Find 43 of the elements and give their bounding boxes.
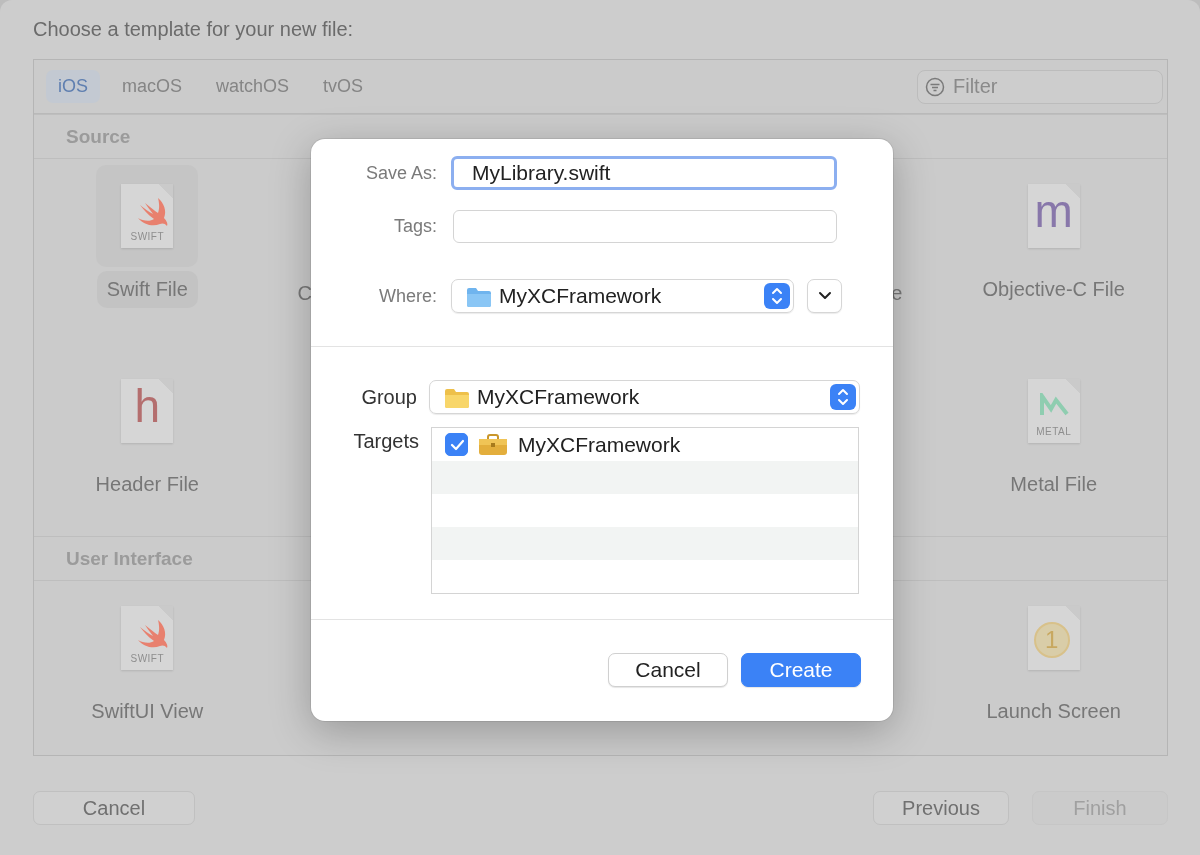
stepper-icon	[764, 283, 790, 309]
briefcase-icon	[478, 433, 508, 456]
checkbox[interactable]	[445, 433, 468, 456]
location-popup[interactable]: MyXCFramework	[451, 279, 794, 313]
target-name: MyXCFramework	[518, 432, 681, 457]
list-row[interactable]	[432, 461, 858, 494]
template-label[interactable]: Swift File	[96, 271, 198, 308]
expand-button[interactable]	[807, 279, 842, 313]
template-label[interactable]: Header File	[85, 466, 209, 503]
template-label[interactable]: Metal File	[1000, 466, 1108, 503]
platform-tab[interactable]: iOS	[46, 70, 100, 103]
field-label: Targets	[352, 429, 419, 453]
file-caption: SWIFT	[129, 231, 166, 242]
stepper-icon	[830, 384, 856, 410]
metal-logo-icon	[1038, 393, 1069, 417]
template-label[interactable]: Objective-C File	[972, 271, 1135, 308]
create-button[interactable]: Create	[741, 653, 861, 687]
group-popup[interactable]: MyXCFramework	[429, 380, 860, 414]
chevron-down-icon	[817, 291, 832, 301]
list-row[interactable]	[432, 527, 858, 560]
tags-field[interactable]	[453, 210, 837, 243]
file-letter: m	[1033, 186, 1074, 236]
window-title: Choose a template for your new file:	[33, 18, 355, 42]
platform-tab[interactable]: tvOS	[311, 70, 376, 103]
file-caption: METAL	[1035, 426, 1073, 437]
field-label: Where:	[377, 285, 437, 307]
filename-field[interactable]: MyLibrary.swift	[451, 156, 837, 190]
field-label: Group	[360, 385, 417, 409]
field-label: Tags:	[392, 216, 437, 237]
footer-button[interactable]: Cancel	[33, 791, 195, 825]
template-label[interactable]: SwiftUI View	[81, 693, 214, 730]
platform-tab[interactable]: macOS	[110, 70, 195, 103]
field-label: Save As:	[364, 162, 437, 184]
tile-highlight[interactable]: SWIFT	[96, 165, 199, 267]
number-badge: 1	[1033, 622, 1070, 658]
platform-tab[interactable]: watchOS	[204, 70, 302, 103]
footer-button[interactable]: Previous	[873, 791, 1009, 825]
file-letter: h	[133, 381, 162, 431]
filter-field[interactable]: Filter	[917, 69, 1163, 104]
file-caption: SWIFT	[129, 653, 166, 664]
checkmark-icon	[449, 438, 464, 451]
cancel-button[interactable]: Cancel	[608, 653, 728, 687]
template-label[interactable]: Launch Screen	[976, 693, 1131, 730]
